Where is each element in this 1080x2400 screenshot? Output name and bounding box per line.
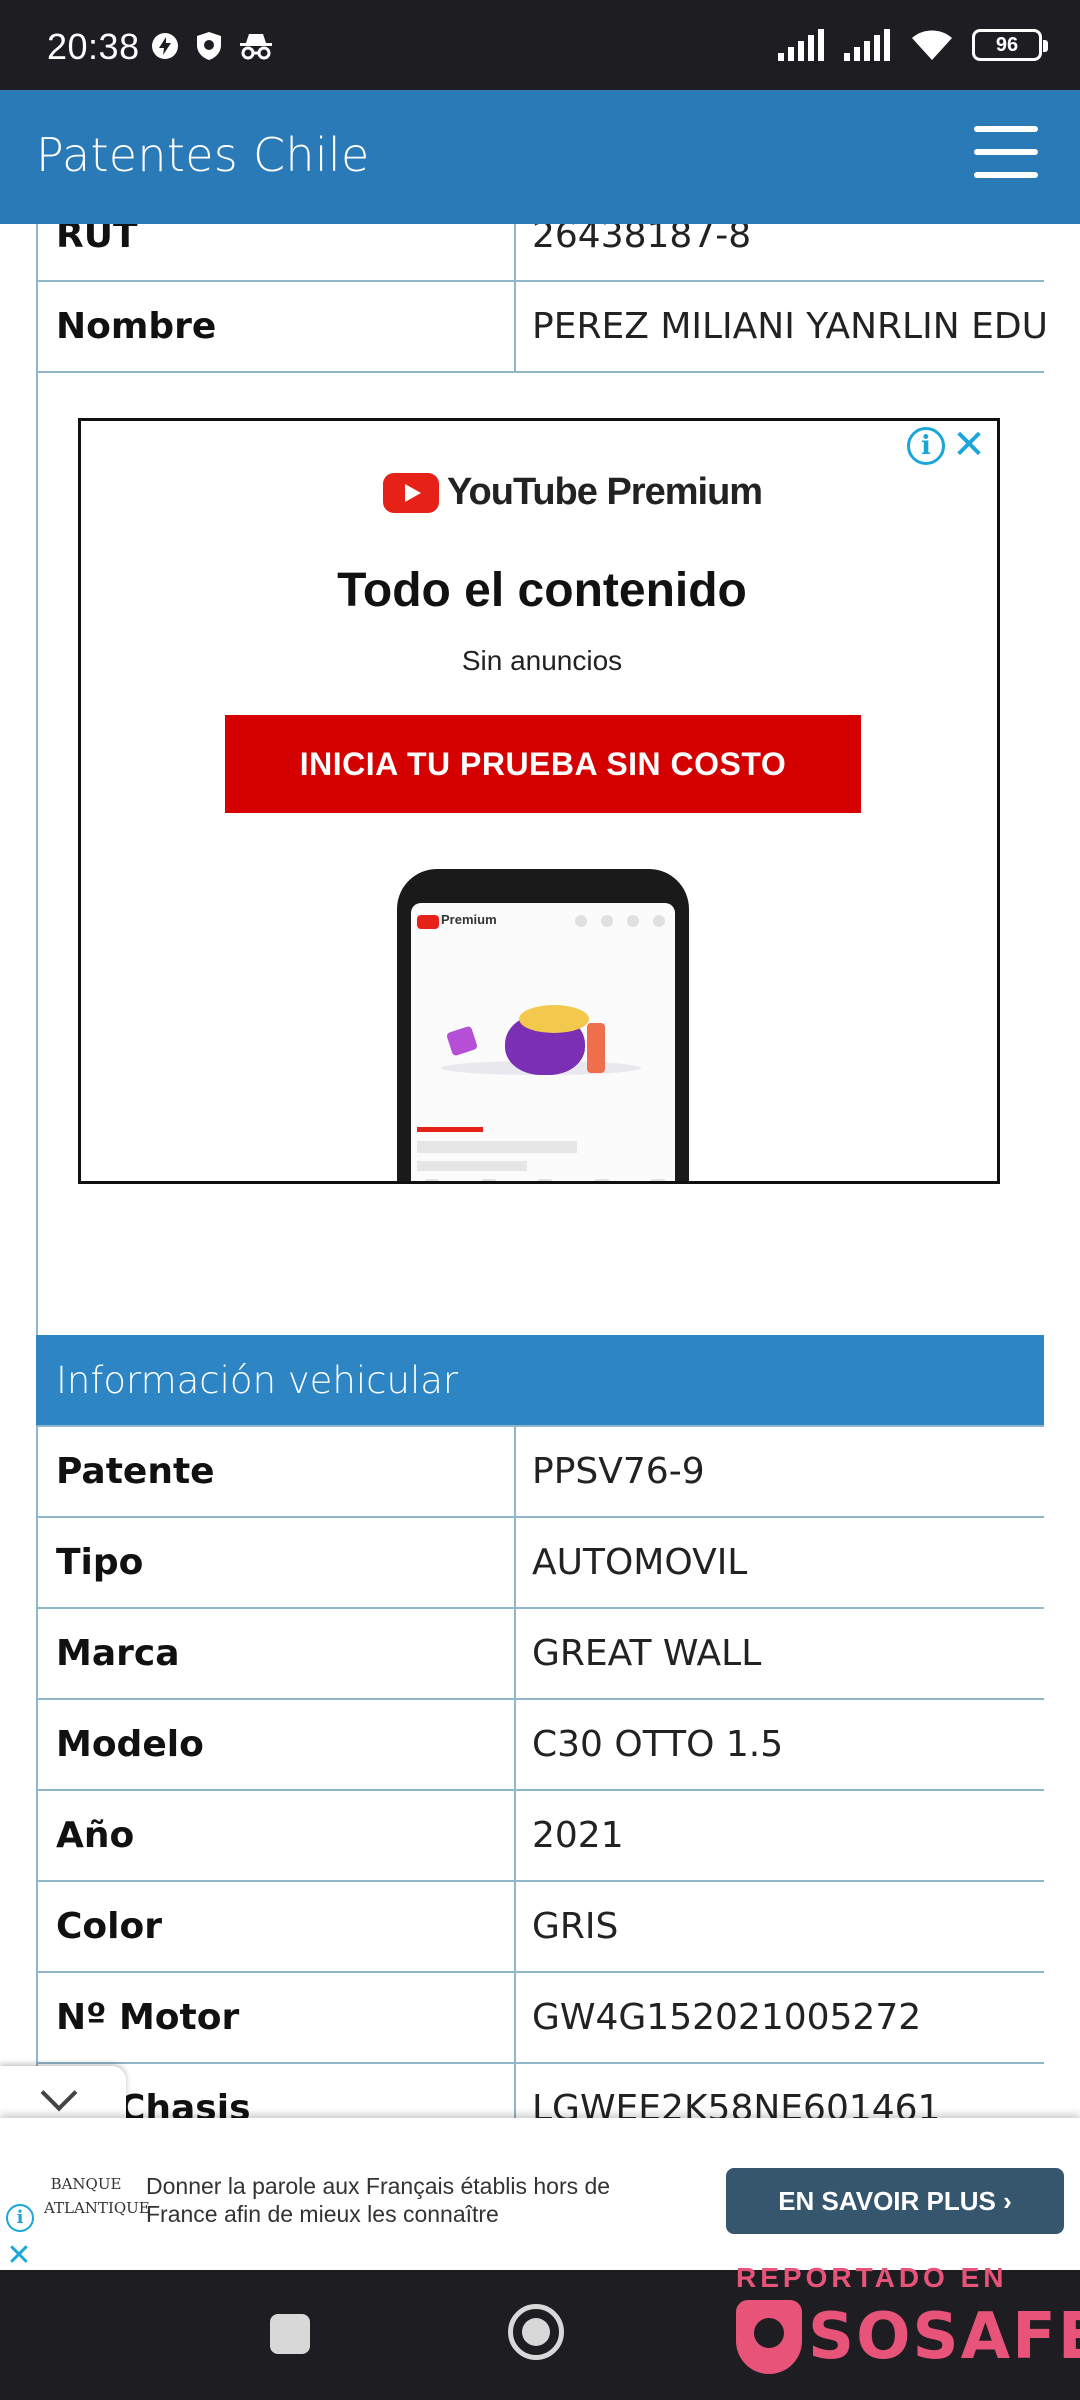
table-row-patente: Patente PPSV76-9 xyxy=(36,1427,1044,1518)
row-label: Color xyxy=(56,1906,162,1947)
banner-cta-label: EN SAVOIR PLUS xyxy=(778,2186,996,2216)
status-time: 20:38 xyxy=(47,26,140,67)
status-bar: 20:38 96 xyxy=(0,0,1080,90)
wifi-icon xyxy=(912,30,952,60)
banner-info-icon[interactable]: i xyxy=(6,2204,34,2232)
main-content[interactable]: RUT 26438187-8 Nombre PEREZ MILIANI YANR… xyxy=(0,224,1080,2118)
youtube-play-icon xyxy=(383,472,439,513)
table-row-nombre: Nombre PEREZ MILIANI YANRLIN EDUMER xyxy=(36,282,1046,373)
banner-text: Donner la parole aux Français établis ho… xyxy=(146,2173,611,2227)
battery-icon: 96 xyxy=(972,29,1048,61)
table-row-ano: Año 2021 xyxy=(36,1791,1044,1882)
row-label: Nombre xyxy=(56,306,217,347)
banner-logo: BANQUE ATLANTIQUE xyxy=(44,2175,150,2217)
youtube-premium-ad[interactable]: i ✕ YouTube Premium Todo el contenido Si… xyxy=(78,418,1000,1184)
section-header-vehicle: Información vehicular xyxy=(36,1335,1044,1427)
incognito-icon xyxy=(240,34,272,60)
bottom-banner-ad[interactable]: BANQUE ATLANTIQUE Donner la parole aux F… xyxy=(0,2118,1080,2272)
row-value: 26438187-8 xyxy=(532,224,752,256)
app-title: Patentes Chile xyxy=(36,128,370,182)
sosafe-shield-icon xyxy=(736,2300,802,2374)
recents-button[interactable] xyxy=(270,2314,310,2354)
watermark-logo: SOSAFE xyxy=(736,2300,1080,2374)
signal-icon xyxy=(778,29,824,61)
table-row-rut: RUT 26438187-8 xyxy=(36,224,1044,282)
row-value: GRIS xyxy=(532,1906,619,1947)
shield-icon xyxy=(197,32,221,60)
row-value: LGWEE2K58NE601461 xyxy=(532,2088,941,2118)
status-right-icons: 96 xyxy=(778,28,1048,62)
phone-brand: Premium xyxy=(441,912,497,927)
ad-cta-button[interactable]: INICIA TU PRUEBA SIN COSTO xyxy=(225,715,861,813)
banner-close-icon[interactable]: ✕ xyxy=(4,2241,34,2272)
row-value: C30 OTTO 1.5 xyxy=(532,1724,784,1765)
data-saver-icon xyxy=(152,33,178,59)
row-value: AUTOMOVIL xyxy=(532,1542,748,1583)
battery-level: 96 xyxy=(995,33,1019,56)
table-row-motor: Nº Motor GW4G152021005272 xyxy=(36,1973,1044,2064)
row-value: GREAT WALL xyxy=(532,1633,762,1674)
chevron-right-icon: › xyxy=(1003,2186,1012,2216)
row-value: PEREZ MILIANI YANRLIN EDUMER xyxy=(532,306,1046,347)
row-label: Nº Motor xyxy=(56,1997,240,2038)
watermark-small: REPORTADO EN xyxy=(736,2262,1008,2293)
ad-subtitle: Sin anuncios xyxy=(461,645,623,676)
table-row-tipo: Tipo AUTOMOVIL xyxy=(36,1518,1044,1609)
ad-info-icon[interactable]: i xyxy=(907,427,945,465)
status-left-icons xyxy=(150,30,274,62)
row-value: 2021 xyxy=(532,1815,624,1856)
row-label: Año xyxy=(56,1815,135,1856)
hamburger-menu-icon[interactable] xyxy=(974,126,1038,178)
row-label: Modelo xyxy=(56,1724,204,1765)
table-row-chasis: Nº Chasis LGWEE2K58NE601461 xyxy=(36,2064,1044,2118)
ad-close-icon[interactable]: ✕ xyxy=(949,423,989,467)
signal-icon xyxy=(844,29,890,61)
watermark-text: SOSAFE xyxy=(808,2300,1080,2374)
row-value: PPSV76-9 xyxy=(532,1451,705,1492)
row-label: Marca xyxy=(56,1633,180,1674)
phone-illustration: Premium xyxy=(397,869,689,1181)
row-label: RUT xyxy=(56,224,138,256)
ad-headline: Todo el contenido xyxy=(337,564,747,617)
ad-brand: YouTube Premium xyxy=(447,471,763,513)
chevron-down-icon xyxy=(40,2074,78,2112)
home-button[interactable] xyxy=(508,2304,564,2360)
app-header: Patentes Chile xyxy=(0,90,1080,224)
banner-cta-button[interactable]: EN SAVOIR PLUS › xyxy=(726,2168,1064,2234)
table-row-color: Color GRIS xyxy=(36,1882,1044,1973)
row-value: GW4G152021005272 xyxy=(532,1997,922,2038)
row-label: Patente xyxy=(56,1451,215,1492)
youtube-logo: YouTube Premium xyxy=(383,471,763,514)
table-row-marca: Marca GREAT WALL xyxy=(36,1609,1044,1700)
row-label: Tipo xyxy=(56,1542,144,1583)
section-title: Información vehicular xyxy=(56,1359,459,1402)
table-row-modelo: Modelo C30 OTTO 1.5 xyxy=(36,1700,1044,1791)
